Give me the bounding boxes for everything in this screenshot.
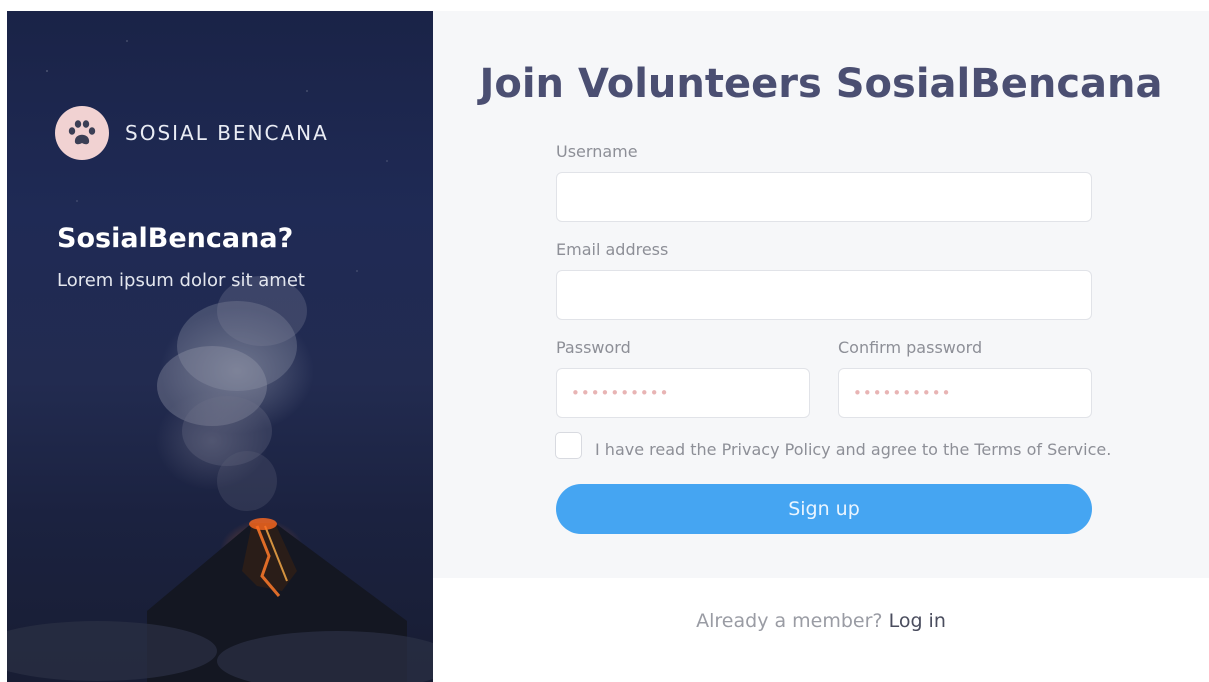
already-member-text: Already a member? bbox=[696, 610, 883, 632]
logo-badge bbox=[55, 106, 109, 160]
brand-name: SOSIAL BENCANA bbox=[125, 121, 329, 145]
password-label: Password bbox=[556, 338, 631, 357]
confirm-password-input[interactable] bbox=[838, 368, 1092, 418]
form-title: Join Volunteers SosialBencana bbox=[479, 61, 1163, 107]
paw-icon bbox=[68, 120, 96, 145]
signup-button[interactable]: Sign up bbox=[556, 484, 1092, 534]
signup-page: SOSIAL BENCANA SosialBencana? Lorem ipsu… bbox=[0, 0, 1209, 682]
login-prompt: Already a member? Log in bbox=[433, 610, 1209, 632]
email-label: Email address bbox=[556, 240, 669, 259]
hero-panel: SOSIAL BENCANA SosialBencana? Lorem ipsu… bbox=[7, 11, 433, 682]
email-input[interactable] bbox=[556, 270, 1092, 320]
login-link[interactable]: Log in bbox=[889, 610, 946, 632]
hero-subtitle: Lorem ipsum dolor sit amet bbox=[57, 270, 305, 291]
agree-checkbox[interactable] bbox=[555, 432, 582, 459]
brand-logo[interactable]: SOSIAL BENCANA bbox=[55, 106, 329, 160]
hero-title: SosialBencana? bbox=[57, 223, 294, 254]
signup-form-panel: Join Volunteers SosialBencana Username E… bbox=[433, 11, 1209, 578]
agree-text: I have read the Privacy Policy and agree… bbox=[595, 440, 1112, 459]
password-input[interactable] bbox=[556, 368, 810, 418]
footer: Already a member? Log in bbox=[433, 578, 1209, 682]
confirm-password-label: Confirm password bbox=[838, 338, 983, 357]
username-label: Username bbox=[556, 142, 638, 161]
username-input[interactable] bbox=[556, 172, 1092, 222]
